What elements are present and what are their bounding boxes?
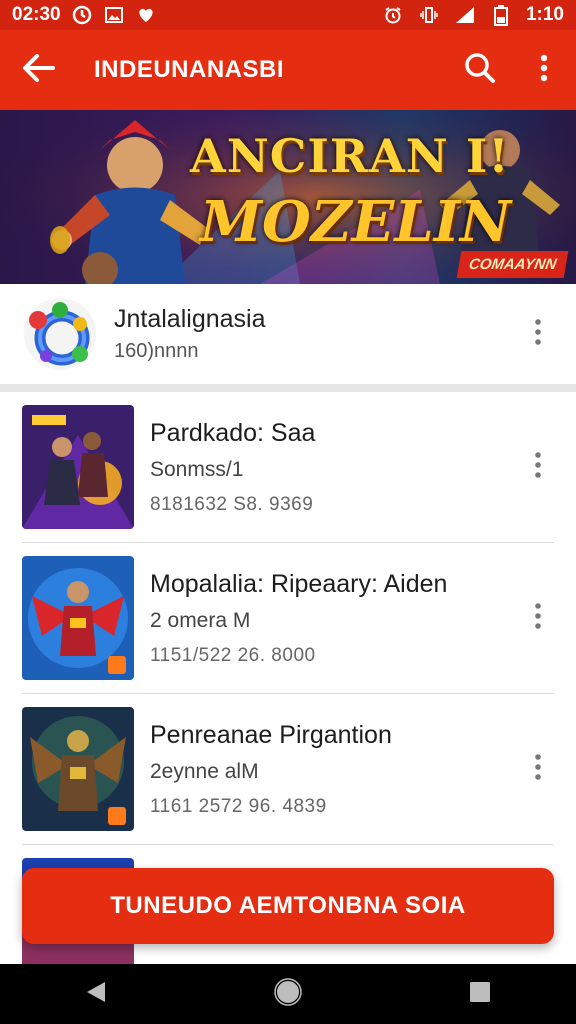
game-subtitle: 2eynne alM [150, 759, 259, 783]
overflow-menu-button[interactable] [512, 30, 576, 110]
nav-home-button[interactable] [258, 964, 318, 1024]
overflow-menu-icon [540, 54, 548, 87]
game-thumbnail [22, 556, 134, 680]
item-more-button[interactable] [522, 749, 554, 789]
banner-subtitle: MOZELIN [200, 189, 512, 255]
list-item[interactable]: Pardkado: Saa Sonmss/1 8181632 S8. 9369 [0, 392, 576, 542]
list-item[interactable]: Mopalalia: Ripeaary: Aiden 2 omera M 115… [0, 543, 576, 693]
signal-icon [454, 4, 476, 26]
back-arrow-icon [21, 53, 55, 88]
alarm-icon [382, 4, 404, 26]
list-item[interactable]: Penreanae Pirgantion 2eynne alM 1161 257… [0, 694, 576, 844]
item-more-button[interactable] [522, 447, 554, 487]
search-button[interactable] [448, 30, 512, 110]
game-title: Penreanae Pirgantion [150, 720, 392, 749]
app-title: INDEUNANASBI [94, 56, 285, 83]
more-vert-icon [535, 318, 541, 350]
heart-icon [135, 4, 157, 26]
app-bar: INDEUNANASBI [0, 30, 576, 110]
game-meta: 8181632 S8. 9369 [150, 493, 314, 515]
featured-app-name: Jntalalignasia [114, 305, 266, 333]
game-thumbnail [22, 405, 134, 529]
banner-badge: COMAAYNN [456, 251, 569, 278]
status-time-right: 1:10 [525, 4, 564, 25]
game-title: Pardkado: Saa [150, 418, 316, 447]
search-icon [464, 52, 496, 89]
nav-back-button[interactable] [66, 964, 126, 1024]
status-time: 02:30 [12, 4, 61, 25]
featured-app-count: 160)nnnn [114, 340, 199, 362]
back-triangle-icon [85, 980, 107, 1009]
game-meta: 1161 2572 96. 4839 [150, 795, 327, 817]
clock-icon [71, 4, 93, 26]
game-subtitle: 2 omera M [150, 608, 251, 632]
game-title: Mopalalia: Ripeaary: Aiden [150, 569, 448, 598]
more-vert-icon [535, 753, 541, 785]
battery-icon [490, 4, 512, 26]
featured-app-row[interactable]: Jntalalignasia 160)nnnn [0, 284, 576, 384]
banner-title: ANCIRAN I! [190, 129, 510, 183]
recents-square-icon [469, 981, 491, 1008]
system-nav-bar [0, 964, 576, 1024]
back-button[interactable] [0, 30, 76, 110]
game-subtitle: Sonmss/1 [150, 457, 244, 481]
game-meta: 1151/522 26. 8000 [150, 644, 316, 666]
cta-button[interactable]: TUNEUDO AEMTONBNA SOIA [22, 868, 554, 944]
status-bar: 02:30 1:10 [0, 0, 576, 30]
game-thumbnail [22, 707, 134, 831]
nav-recents-button[interactable] [450, 964, 510, 1024]
gallery-icon [103, 4, 125, 26]
home-circle-icon [274, 977, 302, 1011]
game-logo-icon [22, 296, 98, 372]
item-more-button[interactable] [522, 598, 554, 638]
more-vert-icon [535, 451, 541, 483]
vibrate-icon [418, 4, 440, 26]
promo-banner[interactable]: ANCIRAN I! MOZELIN COMAAYNN [0, 110, 576, 284]
more-vert-icon [535, 602, 541, 634]
featured-more-button[interactable] [522, 314, 554, 354]
section-divider [0, 384, 576, 392]
